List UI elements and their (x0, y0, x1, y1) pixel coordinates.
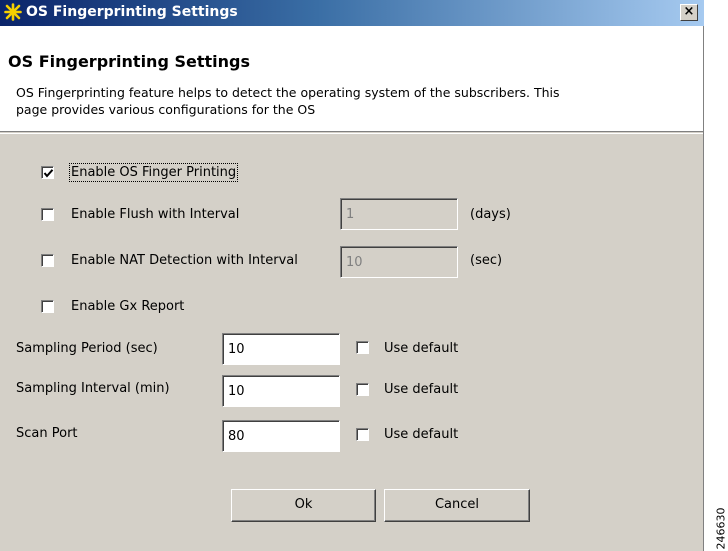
dialog-window: OS Fingerprinting Settings × OS Fingerpr… (0, 0, 704, 551)
enable-nat-detection-checkbox[interactable] (41, 254, 54, 267)
nat-interval-input[interactable]: 10 (340, 246, 458, 278)
cancel-button[interactable]: Cancel (384, 489, 530, 522)
header-panel: OS Fingerprinting Settings OS Fingerprin… (0, 26, 703, 132)
enable-os-fingerprinting-label[interactable]: Enable OS Finger Printing (68, 163, 239, 182)
enable-gx-report-checkbox[interactable] (41, 300, 54, 313)
sampling-interval-input[interactable]: 10 (222, 375, 340, 407)
page-title: OS Fingerprinting Settings (8, 52, 250, 71)
sampling-period-use-default-checkbox[interactable] (356, 341, 369, 354)
scan-port-use-default-label[interactable]: Use default (384, 427, 458, 442)
close-icon: × (683, 4, 695, 19)
enable-nat-detection-label[interactable]: Enable NAT Detection with Interval (71, 253, 298, 268)
close-button[interactable]: × (680, 4, 698, 21)
sampling-interval-label: Sampling Interval (min) (16, 381, 170, 396)
flush-interval-unit: (days) (470, 207, 511, 222)
ok-button[interactable]: Ok (231, 489, 376, 522)
title-bar[interactable]: OS Fingerprinting Settings × (0, 0, 704, 26)
figure-id: 246630 (714, 507, 728, 550)
window-title: OS Fingerprinting Settings (26, 4, 238, 20)
sampling-interval-use-default-label[interactable]: Use default (384, 382, 458, 397)
scan-port-input[interactable]: 80 (222, 420, 340, 452)
enable-flush-label[interactable]: Enable Flush with Interval (71, 207, 239, 222)
page-description: OS Fingerprinting feature helps to detec… (16, 85, 560, 117)
flush-interval-input[interactable]: 1 (340, 198, 458, 230)
scan-port-use-default-checkbox[interactable] (356, 428, 369, 441)
app-logo-icon (4, 3, 22, 21)
sampling-interval-use-default-checkbox[interactable] (356, 383, 369, 396)
sampling-period-input[interactable]: 10 (222, 333, 340, 365)
enable-gx-report-label[interactable]: Enable Gx Report (71, 299, 184, 314)
enable-os-fingerprinting-checkbox[interactable] (41, 166, 54, 179)
checkmark-icon (43, 169, 54, 178)
divider (0, 133, 703, 134)
nat-interval-unit: (sec) (470, 253, 503, 268)
sampling-period-use-default-label[interactable]: Use default (384, 341, 458, 356)
enable-flush-checkbox[interactable] (41, 208, 54, 221)
scan-port-label: Scan Port (16, 426, 78, 441)
sampling-period-label: Sampling Period (sec) (16, 341, 158, 356)
